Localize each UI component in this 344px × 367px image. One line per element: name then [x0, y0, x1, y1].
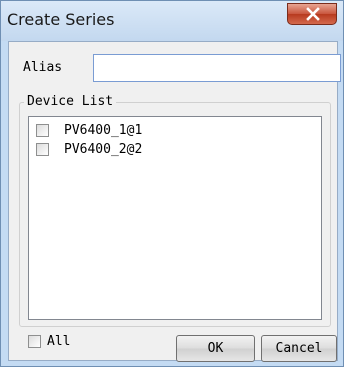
alias-input[interactable] — [93, 54, 341, 82]
title-bar[interactable]: Create Series — [1, 1, 343, 41]
device-label: PV6400_1@1 — [64, 122, 143, 138]
dialog-body: Alias Device List PV6400_1@1 PV6400_2@2 … — [8, 41, 341, 362]
close-icon — [306, 7, 320, 21]
select-all-label: All — [47, 334, 71, 349]
select-all-checkbox[interactable] — [28, 335, 41, 348]
device-list-group: Device List PV6400_1@1 PV6400_2@2 — [19, 94, 331, 327]
device-listbox[interactable]: PV6400_1@1 PV6400_2@2 — [28, 116, 322, 320]
window-title: Create Series — [7, 10, 115, 29]
device-checkbox[interactable] — [36, 123, 49, 137]
device-label: PV6400_2@2 — [64, 141, 143, 157]
list-item-device-1[interactable]: PV6400_1@1 — [36, 121, 142, 139]
close-button[interactable] — [287, 3, 337, 25]
list-item-device-2[interactable]: PV6400_2@2 — [36, 140, 142, 158]
alias-label: Alias — [23, 60, 63, 75]
device-list-legend: Device List — [24, 94, 117, 109]
device-checkbox[interactable] — [36, 142, 49, 156]
cancel-button[interactable]: Cancel — [261, 335, 337, 362]
create-series-dialog: Create Series Alias Device List PV6400_1… — [0, 0, 344, 367]
select-all-row[interactable]: All — [28, 334, 70, 349]
ok-button[interactable]: OK — [176, 335, 255, 362]
